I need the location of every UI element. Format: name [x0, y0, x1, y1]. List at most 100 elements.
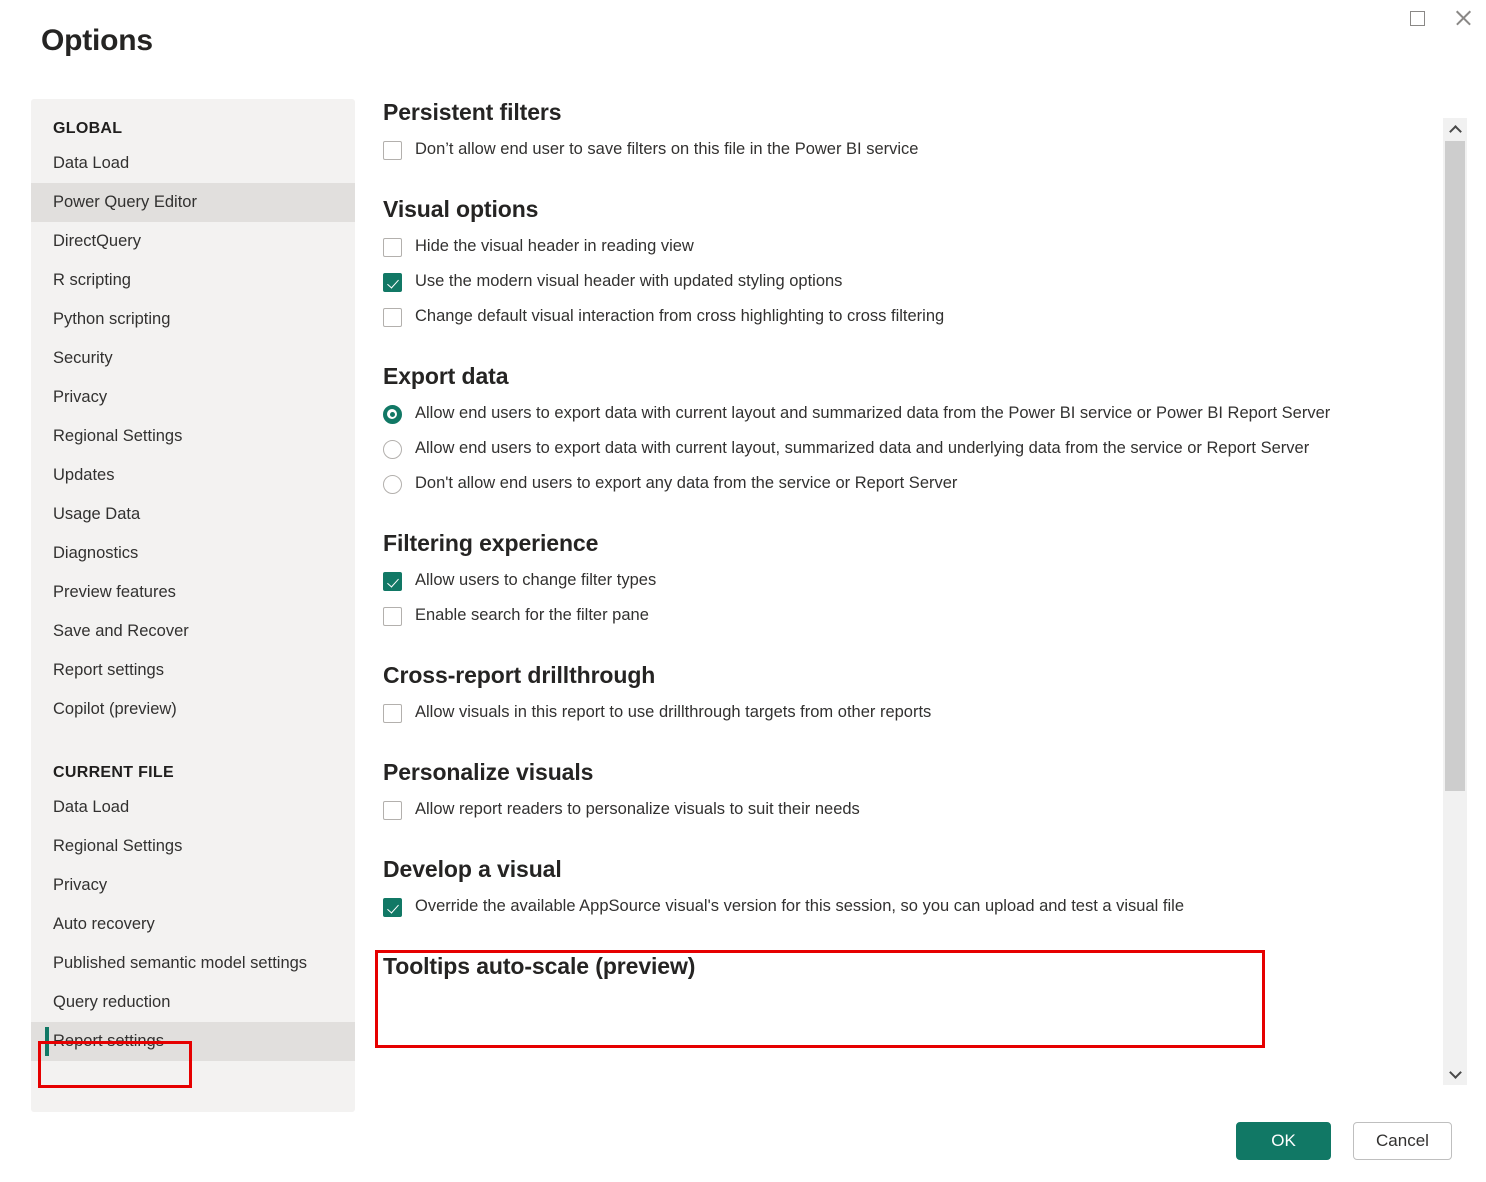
section-heading: Tooltips auto-scale (preview) — [383, 953, 1433, 980]
checkbox-unchecked-icon[interactable] — [383, 308, 402, 327]
section-persistent-filters: Persistent filters Don’t allow end user t… — [383, 99, 1433, 160]
sidebar-item-label: Security — [53, 349, 113, 367]
sidebar-item-label: Regional Settings — [53, 427, 182, 445]
scrollbar-up-button[interactable] — [1443, 118, 1467, 140]
checkbox-unchecked-icon[interactable] — [383, 801, 402, 820]
sidebar-item-diagnostics[interactable]: Diagnostics — [31, 534, 355, 573]
sidebar-item-label: Updates — [53, 466, 114, 484]
checkbox-row[interactable]: Hide the visual header in reading view — [383, 237, 1433, 257]
sidebar-item-label: Published semantic model settings — [53, 954, 307, 972]
close-button[interactable] — [1440, 1, 1486, 35]
checkbox-row[interactable]: Allow report readers to personalize visu… — [383, 800, 1433, 820]
checkbox-unchecked-icon[interactable] — [383, 704, 402, 723]
window-controls — [1394, 0, 1486, 36]
sidebar-item-label: Save and Recover — [53, 622, 189, 640]
radio-row[interactable]: Allow end users to export data with curr… — [383, 439, 1433, 459]
checkbox-label: Override the available AppSource visual'… — [415, 896, 1184, 916]
chevron-down-icon — [1449, 1066, 1462, 1079]
sidebar-item-usage-data[interactable]: Usage Data — [31, 495, 355, 534]
checkbox-label: Hide the visual header in reading view — [415, 236, 694, 256]
section-heading: Cross-report drillthrough — [383, 662, 1433, 689]
sidebar-item-label: Power Query Editor — [53, 193, 197, 211]
sidebar-item-label: Data Load — [53, 154, 129, 172]
sidebar-item-r-scripting[interactable]: R scripting — [31, 261, 355, 300]
sidebar-item-regional-settings[interactable]: Regional Settings — [31, 417, 355, 456]
sidebar-item-regional-settings[interactable]: Regional Settings — [31, 827, 355, 866]
sidebar-item-preview-features[interactable]: Preview features — [31, 573, 355, 612]
radio-label: Allow end users to export data with curr… — [415, 403, 1330, 423]
radio-selected-icon[interactable] — [383, 405, 402, 424]
maximize-icon — [1410, 11, 1425, 26]
scrollbar-down-button[interactable] — [1443, 1063, 1467, 1085]
section-heading: Personalize visuals — [383, 759, 1433, 786]
checkbox-unchecked-icon[interactable] — [383, 141, 402, 160]
checkbox-checked-icon[interactable] — [383, 572, 402, 591]
radio-row[interactable]: Allow end users to export data with curr… — [383, 404, 1433, 424]
section-heading: Export data — [383, 363, 1433, 390]
section-heading: Filtering experience — [383, 530, 1433, 557]
sidebar-item-label: Privacy — [53, 876, 107, 894]
checkbox-label: Allow visuals in this report to use dril… — [415, 702, 931, 722]
sidebar-group-title-global: GLOBAL — [31, 120, 355, 138]
chevron-up-icon — [1449, 125, 1462, 138]
sidebar-item-label: Query reduction — [53, 993, 170, 1011]
sidebar-item-label: Report settings — [53, 1032, 164, 1050]
maximize-button[interactable] — [1394, 1, 1440, 35]
checkbox-checked-icon[interactable] — [383, 898, 402, 917]
sidebar-item-security[interactable]: Security — [31, 339, 355, 378]
sidebar-item-label: DirectQuery — [53, 232, 141, 250]
sidebar-item-label: Python scripting — [53, 310, 170, 328]
sidebar-item-python-scripting[interactable]: Python scripting — [31, 300, 355, 339]
checkbox-unchecked-icon[interactable] — [383, 607, 402, 626]
dialog-footer: OK Cancel — [0, 1104, 1486, 1182]
section-tooltips-auto-scale-preview: Tooltips auto-scale (preview) — [383, 953, 1433, 980]
radio-unselected-icon[interactable] — [383, 440, 402, 459]
sidebar-item-label: R scripting — [53, 271, 131, 289]
sidebar-item-published-semantic-model-settings[interactable]: Published semantic model settings — [31, 944, 355, 983]
close-icon — [1454, 9, 1472, 27]
checkbox-row[interactable]: Allow visuals in this report to use dril… — [383, 703, 1433, 723]
section-visual-options: Visual options Hide the visual header in … — [383, 196, 1433, 327]
sidebar-item-updates[interactable]: Updates — [31, 456, 355, 495]
section-personalize-visuals: Personalize visuals Allow report readers … — [383, 759, 1433, 820]
checkbox-label: Allow report readers to personalize visu… — [415, 799, 860, 819]
cancel-button[interactable]: Cancel — [1353, 1122, 1452, 1160]
page-title: Options — [41, 24, 153, 58]
checkbox-row[interactable]: Change default visual interaction from c… — [383, 307, 1433, 327]
sidebar-item-data-load[interactable]: Data Load — [31, 788, 355, 827]
scrollbar-thumb[interactable] — [1445, 141, 1465, 791]
sidebar-item-label: Diagnostics — [53, 544, 138, 562]
radio-row[interactable]: Don't allow end users to export any data… — [383, 474, 1433, 494]
checkbox-row[interactable]: Use the modern visual header with update… — [383, 272, 1433, 292]
radio-unselected-icon[interactable] — [383, 475, 402, 494]
section-filtering-experience: Filtering experience Allow users to chang… — [383, 530, 1433, 626]
checkbox-unchecked-icon[interactable] — [383, 238, 402, 257]
checkbox-row[interactable]: Don’t allow end user to save filters on … — [383, 140, 1433, 160]
sidebar-item-copilot-preview[interactable]: Copilot (preview) — [31, 690, 355, 729]
checkbox-label: Allow users to change filter types — [415, 570, 656, 590]
content-scrollbar[interactable] — [1443, 118, 1467, 1085]
checkbox-row[interactable]: Override the available AppSource visual'… — [383, 897, 1433, 917]
sidebar-item-label: Usage Data — [53, 505, 140, 523]
sidebar-item-query-reduction[interactable]: Query reduction — [31, 983, 355, 1022]
section-heading: Persistent filters — [383, 99, 1433, 126]
sidebar-item-data-load[interactable]: Data Load — [31, 144, 355, 183]
sidebar-item-privacy[interactable]: Privacy — [31, 378, 355, 417]
checkbox-row[interactable]: Enable search for the filter pane — [383, 606, 1433, 626]
sidebar-item-label: Regional Settings — [53, 837, 182, 855]
sidebar-item-privacy[interactable]: Privacy — [31, 866, 355, 905]
sidebar-group-title-current-file: CURRENT FILE — [31, 764, 355, 782]
checkbox-checked-icon[interactable] — [383, 273, 402, 292]
ok-button[interactable]: OK — [1236, 1122, 1331, 1160]
sidebar-item-label: Copilot (preview) — [53, 700, 177, 718]
sidebar-item-auto-recovery[interactable]: Auto recovery — [31, 905, 355, 944]
sidebar-item-label: Privacy — [53, 388, 107, 406]
checkbox-row[interactable]: Allow users to change filter types — [383, 571, 1433, 591]
section-develop-a-visual: Develop a visualOverride the available A… — [383, 856, 1433, 917]
sidebar-item-report-settings[interactable]: Report settings — [31, 651, 355, 690]
sidebar-item-power-query-editor[interactable]: Power Query Editor — [31, 183, 355, 222]
sidebar-item-save-and-recover[interactable]: Save and Recover — [31, 612, 355, 651]
section-heading: Visual options — [383, 196, 1433, 223]
sidebar-item-directquery[interactable]: DirectQuery — [31, 222, 355, 261]
sidebar-item-report-settings[interactable]: Report settings — [31, 1022, 355, 1061]
